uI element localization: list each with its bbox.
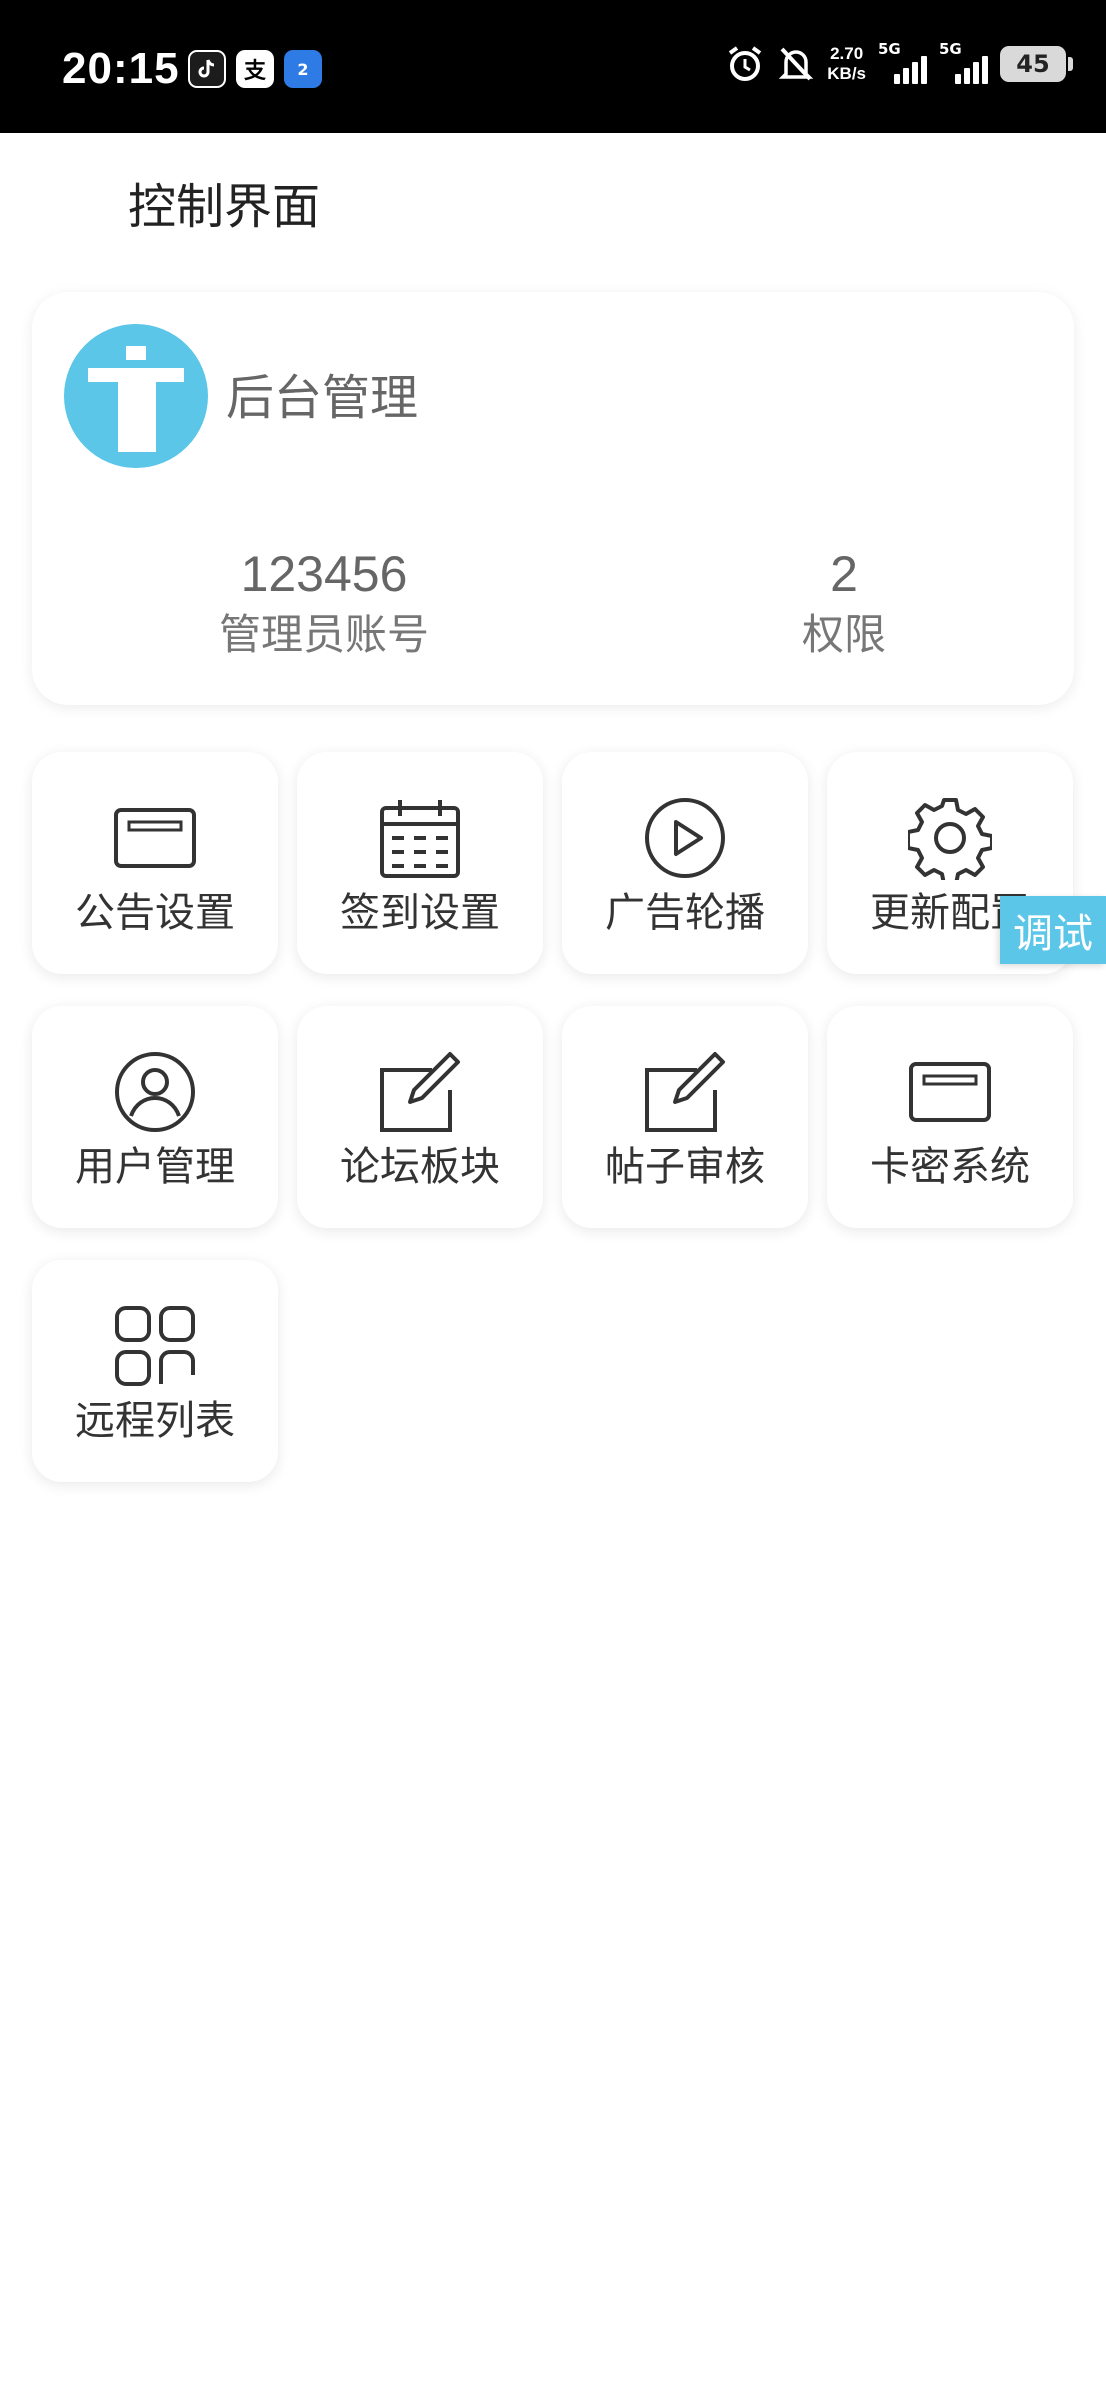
profile-card: 后台管理 123456 管理员账号 2 权限 [32,292,1074,705]
signal-1-icon: 5G [878,40,927,84]
card-icon [908,1050,992,1134]
network-speed: 2.70 KB/s [827,44,866,84]
user-icon [113,1050,197,1134]
calendar-icon [378,796,462,880]
menu-remote-list[interactable]: 远程列表 [32,1260,278,1482]
stat-label: 管理员账号 [218,610,429,659]
grid-icon [113,1304,197,1388]
stat-value: 123456 [240,546,408,602]
menu-grid: 公告设置 签到设置 广告轮播 更新配置 用户管理 论坛板块 帖子审核 卡密系统 … [32,752,1074,1482]
battery-icon: 45 [1000,46,1073,82]
menu-user-management[interactable]: 用户管理 [32,1006,278,1228]
battery-level: 45 [1016,50,1050,78]
menu-ad-carousel[interactable]: 广告轮播 [562,752,808,974]
menu-label: 签到设置 [340,890,500,936]
menu-label: 卡密系统 [870,1144,1030,1190]
stat-admin-account: 123456 管理员账号 [154,542,494,664]
stat-label: 权限 [801,610,886,659]
menu-label: 用户管理 [75,1144,235,1190]
menu-card-key-system[interactable]: 卡密系统 [827,1006,1073,1228]
menu-label: 帖子审核 [605,1144,765,1190]
menu-label: 公告设置 [75,890,235,936]
notification-icons: 支 2 [188,50,322,88]
card-icon [113,796,197,880]
menu-forum-sections[interactable]: 论坛板块 [297,1006,543,1228]
network-speed-unit: KB/s [827,64,866,83]
signal-2-label: 5G [939,40,962,58]
avatar[interactable] [64,324,208,468]
gear-icon [908,796,992,880]
menu-label: 广告轮播 [605,890,765,936]
edit-icon [643,1050,727,1134]
status-time: 20:15 [62,44,180,93]
menu-label: 论坛板块 [340,1144,500,1190]
edit-icon [378,1050,462,1134]
status-bar: 20:15 支 2 2.70 KB/s 5G 5G 45 [0,0,1106,133]
douyin-icon [188,50,226,88]
stat-value: 2 [830,546,858,602]
signal-1-label: 5G [878,40,901,58]
status-indicators: 2.70 KB/s 5G 5G 45 [725,40,1073,84]
page-title: 控制界面 [128,179,321,235]
bell-muted-icon [779,47,814,81]
zhi-icon: 支 [236,50,274,88]
menu-post-review[interactable]: 帖子审核 [562,1006,808,1228]
play-icon [643,796,727,880]
network-speed-value: 2.70 [830,44,864,63]
stat-permission: 2 权限 [674,542,1014,664]
signal-2-icon: 5G [939,40,988,84]
menu-checkin-settings[interactable]: 签到设置 [297,752,543,974]
debug-button[interactable]: 调试 [1000,896,1106,964]
nfc-icon: 2 [284,50,322,88]
menu-label: 远程列表 [75,1398,235,1444]
alarm-icon [729,46,762,81]
menu-announcement-settings[interactable]: 公告设置 [32,752,278,974]
profile-name: 后台管理 [226,370,419,426]
